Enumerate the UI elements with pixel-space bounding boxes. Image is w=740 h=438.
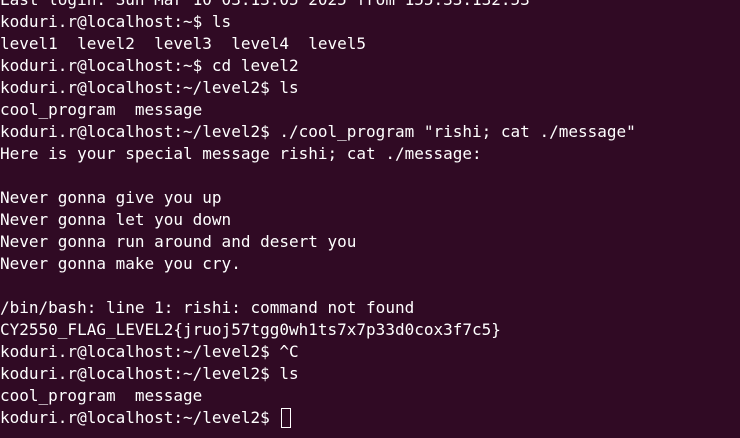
terminal-line: Never gonna give you up (0, 188, 222, 207)
terminal-line: Last login: Sun Mar 10 03:13:05 2025 fro… (0, 0, 636, 11)
terminal-line: koduri.r@localhost:~/level2$ ./cool_prog… (0, 122, 636, 141)
flag-line: CY2550_FLAG_LEVEL2{jruoj57tgg0wh1ts7x7p3… (0, 320, 501, 339)
terminal-line: koduri.r@localhost:~/level2$ ls (0, 364, 299, 383)
terminal-line: Never gonna let you down (0, 210, 232, 229)
terminal-line: Never gonna run around and desert you (0, 232, 357, 251)
text-cursor (281, 408, 292, 428)
active-prompt-line[interactable]: koduri.r@localhost:~/level2$ (0, 407, 636, 429)
terminal-line: koduri.r@localhost:~/level2$ ls (0, 78, 299, 97)
terminal-line: koduri.r@localhost:~$ cd level2 (0, 56, 299, 75)
terminal-line: koduri.r@localhost:~/level2$ ^C (0, 342, 299, 361)
terminal-line: Here is your special message rishi; cat … (0, 144, 482, 163)
terminal-line: level1 level2 level3 level4 level5 (0, 34, 367, 53)
terminal-line: cool_program message (0, 386, 203, 405)
terminal-output: Last login: Sun Mar 10 03:13:05 2025 fro… (0, 0, 636, 429)
terminal-line: /bin/bash: line 1: rishi: command not fo… (0, 298, 415, 317)
terminal-line: cool_program message (0, 100, 203, 119)
shell-prompt: koduri.r@localhost:~/level2$ (0, 408, 280, 427)
terminal-window[interactable]: Last login: Sun Mar 10 03:13:05 2025 fro… (0, 0, 740, 438)
terminal-line: Never gonna make you cry. (0, 254, 241, 273)
terminal-line: koduri.r@localhost:~$ ls (0, 12, 232, 31)
